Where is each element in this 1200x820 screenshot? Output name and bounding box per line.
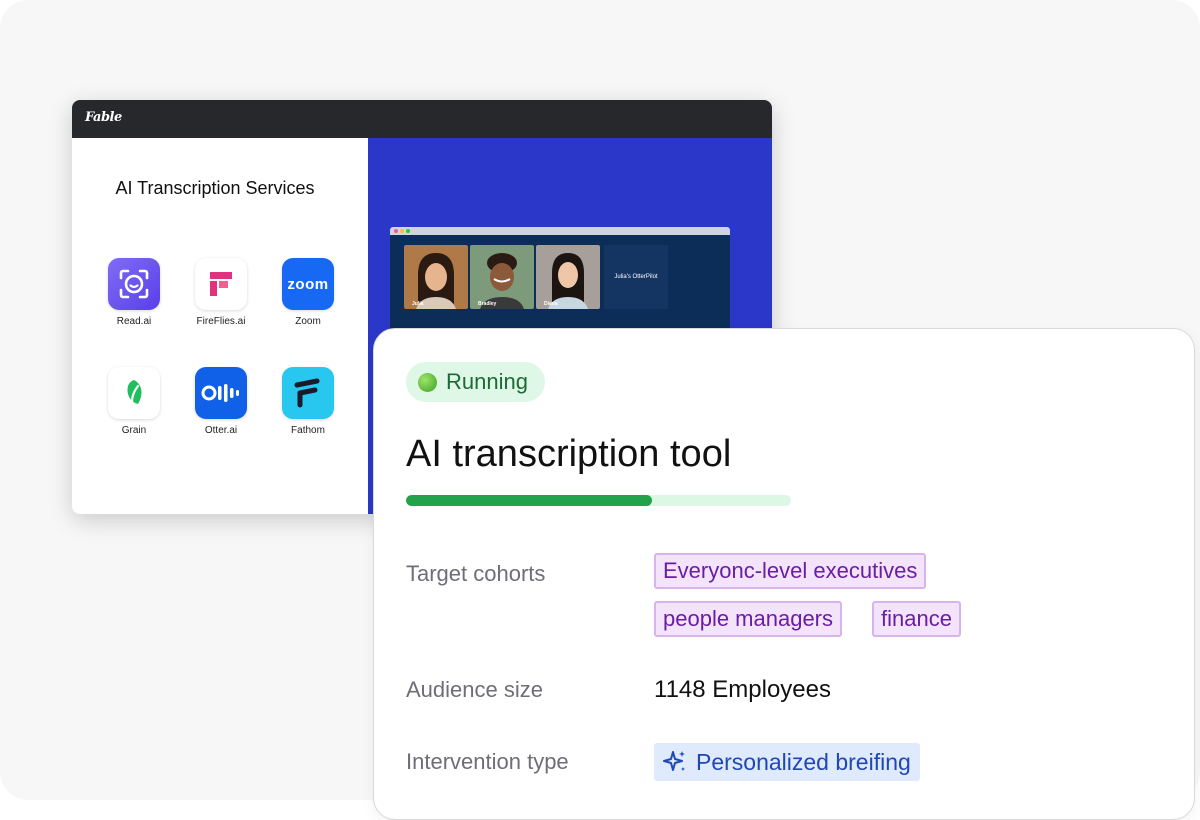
- service-label: FireFlies.ai: [196, 316, 246, 327]
- status-dot-icon: [418, 372, 437, 392]
- fable-logo: Fable: [85, 110, 122, 125]
- sparkle-icon: [663, 751, 685, 771]
- minimize-dot-icon: [400, 229, 404, 233]
- audience-size-label: Audience size: [406, 677, 543, 702]
- participant-tile-julia: Julia: [404, 245, 468, 309]
- close-dot-icon: [394, 229, 398, 233]
- status-label: Running: [446, 369, 528, 394]
- card-title: AI transcription tool: [406, 433, 732, 475]
- service-tile-zoom[interactable]: zoom Zoom: [276, 258, 340, 327]
- service-label: Grain: [121, 425, 147, 436]
- participant-tile-bradley: Bradley: [470, 245, 534, 309]
- service-tile-grain[interactable]: Grain: [102, 367, 166, 436]
- participant-name: Bradley: [478, 301, 497, 307]
- progress-bar: [406, 495, 791, 506]
- participant-avatar: [470, 245, 534, 309]
- services-title: AI Transcription Services: [115, 178, 315, 198]
- service-label: Zoom: [295, 316, 321, 327]
- intervention-type-label: Intervention type: [406, 749, 569, 774]
- participant-name: Julia: [412, 301, 424, 307]
- otterpilot-tile: Julia's OtterPilot: [604, 245, 668, 309]
- participant-avatar: [404, 245, 468, 309]
- fathom-icon: [282, 367, 334, 419]
- services-pane: AI Transcription Services Read.ai FireFl…: [72, 138, 368, 514]
- intervention-type-badge[interactable]: Personalized breifing: [654, 743, 920, 781]
- service-label: Otter.ai: [204, 425, 238, 436]
- cohort-tag[interactable]: Everyonc-level executives: [654, 553, 927, 589]
- maximize-dot-icon: [406, 229, 410, 233]
- fireflies-icon: [195, 258, 247, 310]
- meeting-window: Julia Bradley Diana Julia's OtterPilot: [390, 227, 730, 337]
- otter-icon: [195, 367, 247, 419]
- service-tile-otter[interactable]: Otter.ai: [189, 367, 253, 436]
- progress-fill: [406, 495, 653, 506]
- app-topbar: Fable: [72, 100, 772, 138]
- zoom-icon: zoom: [282, 258, 334, 310]
- read-ai-icon: [108, 258, 160, 310]
- participant-name: Diana: [544, 301, 558, 307]
- service-tile-fireflies[interactable]: FireFlies.ai: [189, 258, 253, 327]
- initiative-detail-card: Running AI transcription tool Target coh…: [373, 328, 1195, 820]
- status-badge: Running: [406, 362, 545, 402]
- service-label: Read.ai: [116, 316, 152, 327]
- grain-icon: [108, 367, 160, 419]
- service-tile-fathom[interactable]: Fathom: [276, 367, 340, 436]
- cohort-tag[interactable]: finance: [872, 601, 961, 637]
- service-tile-read-ai[interactable]: Read.ai: [102, 258, 166, 327]
- meeting-titlebar: [390, 227, 730, 235]
- cohort-tag[interactable]: people managers: [654, 601, 843, 637]
- audience-size-value: 1148 Employees: [654, 676, 831, 703]
- service-label: Fathom: [291, 425, 325, 436]
- target-cohorts-label: Target cohorts: [406, 561, 546, 586]
- participant-tile-diana: Diana: [536, 245, 600, 309]
- intervention-type-value: Personalized breifing: [696, 748, 911, 775]
- participant-avatar: [536, 245, 600, 309]
